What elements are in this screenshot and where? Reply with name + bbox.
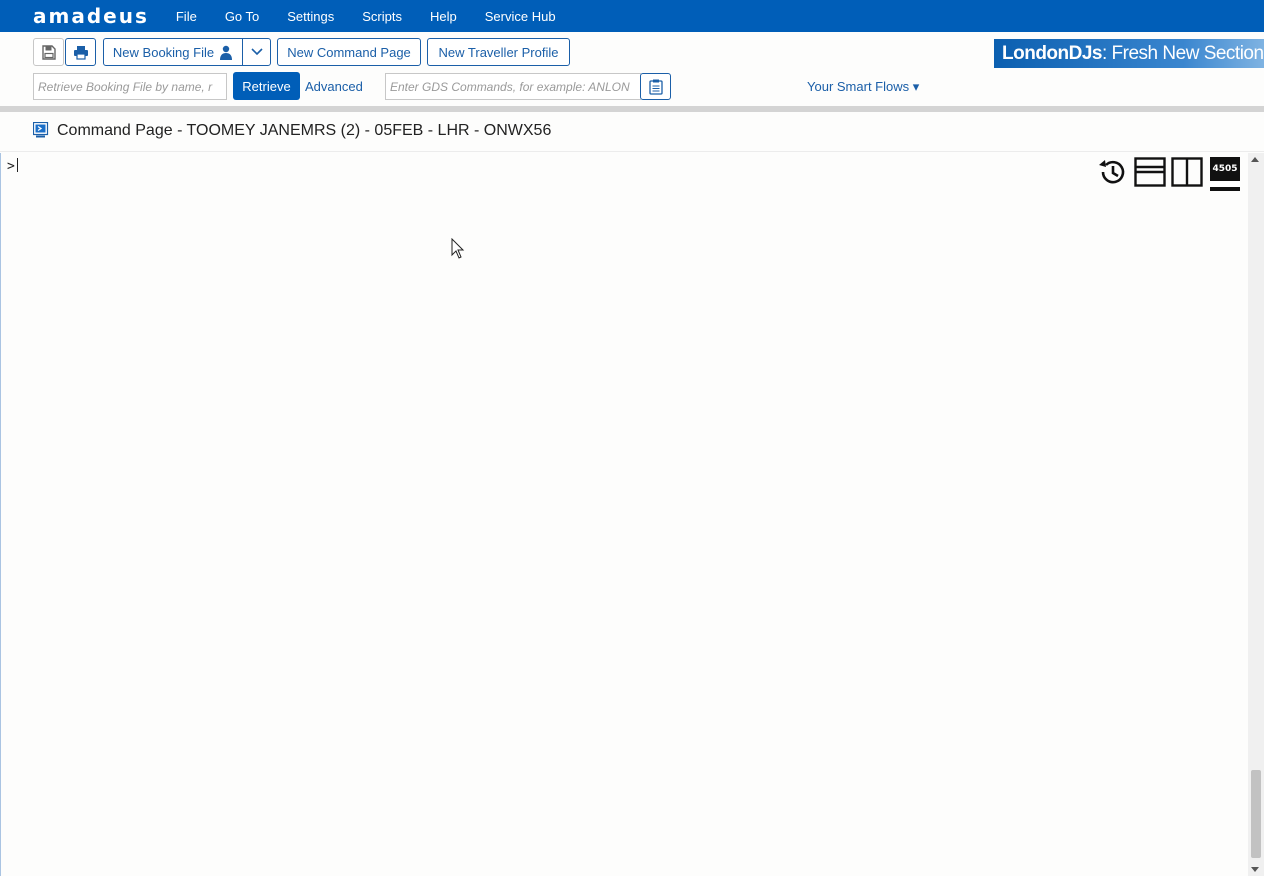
office-banner: LondonDJs : Fresh New Section <box>994 39 1264 68</box>
split-horizontal-icon[interactable] <box>1134 157 1166 187</box>
save-button[interactable] <box>33 38 64 66</box>
menu-help[interactable]: Help <box>416 9 471 24</box>
advanced-link[interactable]: Advanced <box>305 79 363 94</box>
new-command-page-button[interactable]: New Command Page <box>277 38 421 66</box>
page-title-bar: Command Page - TOOMEY JANEMRS (2) - 05FE… <box>0 112 1264 152</box>
command-page-icon <box>33 122 49 138</box>
top-menubar: amadeus File Go To Settings Scripts Help… <box>0 0 1264 32</box>
command-workspace[interactable]: > 4505 <box>0 153 1264 876</box>
new-booking-file-dropdown[interactable] <box>242 38 271 66</box>
clipboard-icon <box>648 79 663 95</box>
menu-scripts[interactable]: Scripts <box>348 9 416 24</box>
menu-go-to[interactable]: Go To <box>211 9 273 24</box>
menu-service-hub[interactable]: Service Hub <box>471 9 570 24</box>
new-traveller-profile-button[interactable]: New Traveller Profile <box>427 38 570 66</box>
scroll-up-arrow-icon[interactable] <box>1251 157 1259 162</box>
terminal-3270-badge[interactable]: 4505 <box>1210 157 1240 187</box>
menu-settings[interactable]: Settings <box>273 9 348 24</box>
printer-icon <box>73 45 88 60</box>
scrollbar-thumb[interactable] <box>1251 770 1261 858</box>
split-vertical-icon[interactable] <box>1171 157 1203 187</box>
person-icon <box>220 45 233 60</box>
command-prompt[interactable]: > <box>7 158 18 174</box>
command-helper-button[interactable] <box>640 73 671 100</box>
mouse-pointer-icon <box>451 238 465 259</box>
retrieve-button[interactable]: Retrieve <box>233 72 300 100</box>
gds-command-input[interactable] <box>385 73 641 100</box>
vertical-scrollbar[interactable] <box>1248 153 1264 876</box>
save-icon <box>41 44 56 60</box>
new-booking-file-button[interactable]: New Booking File <box>103 38 243 66</box>
print-button[interactable] <box>65 38 96 66</box>
page-title: Command Page - TOOMEY JANEMRS (2) - 05FE… <box>57 122 552 139</box>
text-caret <box>16 158 18 172</box>
menu-file[interactable]: File <box>162 9 211 24</box>
scroll-down-arrow-icon[interactable] <box>1251 867 1259 872</box>
banner-light-text: : Fresh New Section <box>1102 42 1264 64</box>
banner-bold-text: LondonDJs <box>1002 42 1103 64</box>
retrieve-booking-input[interactable] <box>33 73 227 100</box>
prompt-symbol: > <box>7 159 15 174</box>
smart-flows-dropdown[interactable]: Your Smart Flows ▾ <box>807 79 919 95</box>
new-booking-file-label: New Booking File <box>112 44 215 60</box>
history-icon[interactable] <box>1097 157 1127 187</box>
amadeus-logo: amadeus <box>33 4 149 28</box>
chevron-down-icon <box>250 48 263 56</box>
